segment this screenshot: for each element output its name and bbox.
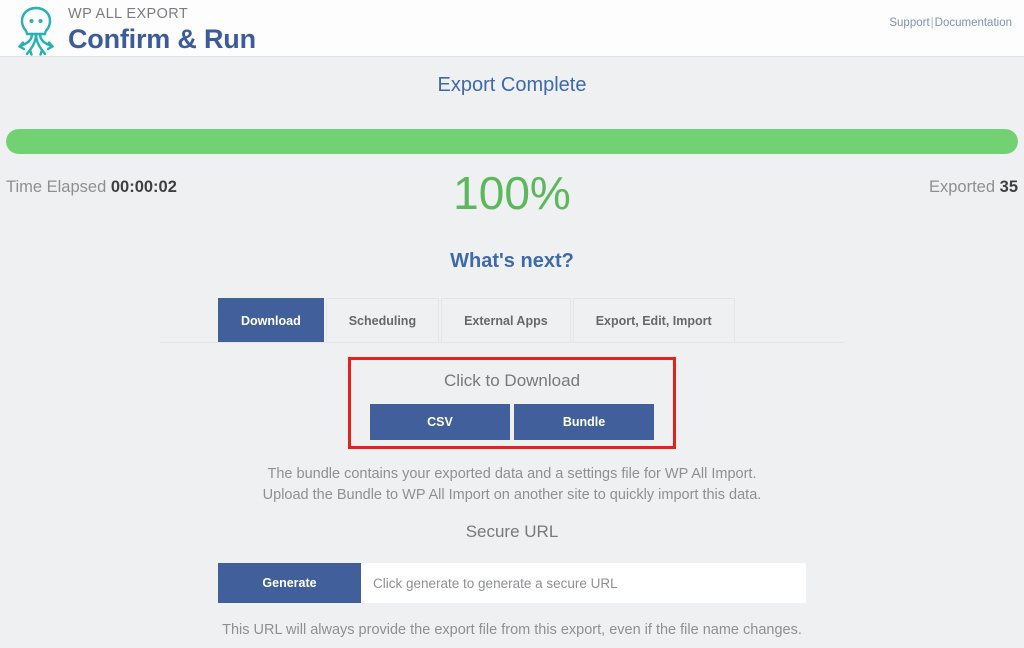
tab-scheduling[interactable]: Scheduling [325, 298, 440, 342]
brand: WP ALL EXPORT Confirm & Run [8, 2, 256, 56]
whats-next-heading: What's next? [450, 250, 574, 272]
tab-download[interactable]: Download [218, 298, 324, 342]
secure-url-heading: Secure URL [465, 522, 559, 541]
click-to-download-label: Click to Download [443, 371, 581, 390]
whats-next-tabs: Download Scheduling External Apps Export… [218, 298, 735, 342]
generate-secure-url-button[interactable]: Generate [218, 563, 361, 603]
secure-url-row: Generate [218, 563, 806, 603]
documentation-link[interactable]: Documentation [935, 17, 1012, 29]
secure-url-input[interactable] [361, 563, 806, 603]
brand-kicker: WP ALL EXPORT [68, 6, 189, 22]
download-buttons: CSV Bundle [370, 404, 654, 440]
exported-value: 35 [999, 178, 1018, 196]
exported-label: Exported [929, 178, 996, 196]
exported-count: Exported 35 [929, 178, 1018, 197]
progress-percent-text: 100% [453, 167, 571, 219]
octopus-logo-icon [18, 6, 54, 56]
tabs-underline [160, 342, 844, 343]
bundle-note-line-2: Upload the Bundle to WP All Import on an… [262, 487, 762, 503]
export-progress-fill [6, 129, 1018, 154]
tab-export-edit-import[interactable]: Export, Edit, Import [572, 298, 735, 342]
download-csv-button[interactable]: CSV [370, 404, 510, 440]
export-progress-bar [6, 129, 1018, 154]
export-stats: Time Elapsed 00:00:02 100% Exported 35 [0, 165, 1024, 225]
page-header: WP ALL EXPORT Confirm & Run Support|Docu… [0, 0, 1024, 57]
download-bundle-button[interactable]: Bundle [514, 404, 654, 440]
export-status-heading: Export Complete [437, 74, 587, 96]
tab-external-apps[interactable]: External Apps [441, 298, 571, 342]
header-links: Support|Documentation [889, 17, 1012, 29]
bundle-note: The bundle contains your exported data a… [0, 464, 1024, 506]
bundle-note-line-1: The bundle contains your exported data a… [267, 466, 757, 482]
secure-url-note: This URL will always provide the export … [222, 622, 802, 638]
support-link[interactable]: Support [889, 17, 929, 29]
brand-text: WP ALL EXPORT Confirm & Run [68, 2, 256, 54]
page-title: Confirm & Run [68, 24, 256, 54]
download-panel-highlight: Click to Download CSV Bundle [348, 357, 676, 449]
